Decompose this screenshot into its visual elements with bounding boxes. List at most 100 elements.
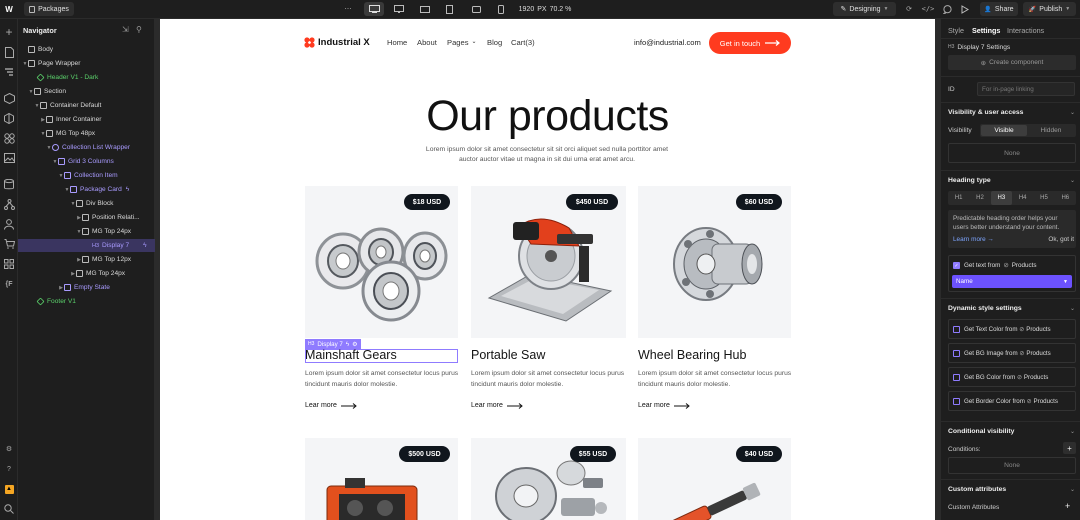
- heading-level-h2[interactable]: H2: [969, 191, 990, 205]
- tree-item-collection-list-wrapper[interactable]: ▼ Collection List Wrapper: [18, 141, 155, 154]
- add-condition-button[interactable]: +: [1063, 442, 1076, 454]
- tree-item-position-relative[interactable]: ▶ Position Relati...: [18, 211, 155, 224]
- breakpoint-laptop-icon[interactable]: [392, 2, 406, 16]
- tree-item-grid-3-columns[interactable]: ▼ Grid 3 Columns: [18, 155, 155, 168]
- help-icon[interactable]: ?: [3, 463, 15, 475]
- ecommerce-icon[interactable]: [3, 238, 15, 250]
- get-in-touch-button[interactable]: Get in touch: [709, 32, 791, 54]
- tree-item-footer[interactable]: Footer V1: [18, 295, 155, 308]
- components-icon[interactable]: [3, 92, 15, 104]
- heading-type-title[interactable]: Heading type: [948, 177, 991, 184]
- logic-icon[interactable]: [3, 198, 15, 210]
- breakpoint-mobile-icon[interactable]: [495, 2, 507, 16]
- tree-item-inner-container[interactable]: ▶ Inner Container: [18, 113, 155, 126]
- dynamic-style-checkbox[interactable]: [953, 350, 960, 357]
- dynamic-style-checkbox[interactable]: [953, 326, 960, 333]
- tree-item-mg-top-48[interactable]: ▼ MG Top 48px: [18, 127, 155, 140]
- preview-icon[interactable]: [959, 2, 971, 16]
- heading-level-h4[interactable]: H4: [1012, 191, 1033, 205]
- collapse-icon[interactable]: ⇲: [122, 25, 129, 34]
- breakpoint-desktop-icon[interactable]: [364, 2, 384, 16]
- styles-icon[interactable]: [3, 112, 15, 124]
- tree-item-div-block[interactable]: ▼ Div Block: [18, 197, 155, 210]
- dynamic-style-item[interactable]: Get BG Color from ⊘ Products: [948, 367, 1076, 387]
- tab-interactions[interactable]: Interactions: [1007, 26, 1044, 35]
- page-canvas[interactable]: Industrial X Home About Pages ⌄ Blog Cart…: [160, 19, 935, 520]
- pin-icon[interactable]: ⚲: [136, 25, 142, 34]
- webflow-logo-icon[interactable]: W: [3, 2, 15, 16]
- heading-level-h5[interactable]: H5: [1033, 191, 1054, 205]
- tree-item-header[interactable]: Header V1 - Dark: [18, 71, 155, 84]
- tree-item-container-default[interactable]: ▼ Container Default: [18, 99, 155, 112]
- nav-blog[interactable]: Blog: [487, 38, 502, 47]
- chevron-down-icon[interactable]: ⌄: [1070, 486, 1075, 493]
- warning-icon[interactable]: ▲: [3, 483, 15, 495]
- pages-icon[interactable]: [3, 46, 15, 58]
- tree-item-mg-top-24-b[interactable]: ▶ MG Top 24px: [18, 267, 155, 280]
- dynamic-style-item[interactable]: Get Text Color from ⊘ Products: [948, 319, 1076, 339]
- tab-settings[interactable]: Settings: [972, 26, 1000, 35]
- heading-level-h6[interactable]: H6: [1055, 191, 1076, 205]
- id-input[interactable]: For in-page linking: [977, 82, 1075, 96]
- product-title[interactable]: Wheel Bearing Hub: [638, 348, 746, 362]
- add-attribute-button[interactable]: +: [1065, 501, 1070, 511]
- sync-icon[interactable]: ⟳: [903, 2, 915, 16]
- heading-level-h1[interactable]: H1: [948, 191, 969, 205]
- dynamic-style-checkbox[interactable]: [953, 374, 960, 381]
- learn-more-link[interactable]: Lear more: [471, 402, 523, 409]
- learn-more-link[interactable]: Lear more: [638, 402, 690, 409]
- tree-item-empty-state[interactable]: ▶ Empty State: [18, 281, 155, 294]
- chevron-down-icon[interactable]: ⌄: [1070, 109, 1075, 116]
- tree-item-display-7[interactable]: H3 Display 7ϟ: [18, 239, 155, 252]
- comment-icon[interactable]: [941, 2, 953, 16]
- nav-home[interactable]: Home: [387, 38, 407, 47]
- tree-item-page-wrapper[interactable]: ▼ Page Wrapper: [18, 57, 155, 70]
- brand-name[interactable]: Industrial X: [318, 37, 370, 48]
- nav-pages[interactable]: Pages ⌄: [447, 38, 477, 47]
- mode-selector[interactable]: ✎ Designing ▼: [833, 2, 896, 16]
- more-icon[interactable]: ⋯: [342, 2, 354, 16]
- hidden-option[interactable]: Hidden: [1028, 125, 1074, 136]
- visibility-title[interactable]: Visibility & user access: [948, 109, 1023, 116]
- learn-more-link[interactable]: Lear more: [305, 402, 357, 409]
- brand-logo-icon[interactable]: [304, 37, 315, 48]
- tree-item-mg-top-12[interactable]: ▶ MG Top 12px: [18, 253, 155, 266]
- breakpoint-mobile-landscape-icon[interactable]: [470, 2, 482, 16]
- add-icon[interactable]: +: [3, 25, 15, 39]
- publish-button[interactable]: 🚀 Publish ▼: [1023, 2, 1076, 16]
- ok-got-it-button[interactable]: Ok, got it: [1048, 236, 1074, 243]
- nav-about[interactable]: About: [417, 38, 437, 47]
- nav-cart[interactable]: Cart(3): [511, 38, 535, 47]
- custom-attributes-title[interactable]: Custom attributes: [948, 486, 1006, 493]
- product-title[interactable]: Mainshaft Gears: [305, 348, 397, 362]
- dynamic-style-item[interactable]: Get Border Color from ⊘ Products: [948, 391, 1076, 411]
- chevron-down-icon[interactable]: ⌄: [1070, 305, 1075, 312]
- dynamic-style-item[interactable]: Get BG Image from ⊘ Products: [948, 343, 1076, 363]
- variables-icon[interactable]: [3, 132, 15, 144]
- users-icon[interactable]: [3, 218, 15, 230]
- settings-gear-icon[interactable]: ⚙: [3, 443, 15, 455]
- field-select[interactable]: Name ▼: [952, 275, 1072, 288]
- dynamic-style-title[interactable]: Dynamic style settings: [948, 305, 1022, 312]
- canvas-size-readout[interactable]: 1920 PX 70.2 %: [515, 2, 575, 16]
- product-title[interactable]: Portable Saw: [471, 348, 545, 362]
- tab-style[interactable]: Style: [948, 26, 964, 35]
- apps-icon[interactable]: [3, 258, 15, 270]
- tree-item-collection-item[interactable]: ▼ Collection Item: [18, 169, 155, 182]
- search-icon[interactable]: [3, 503, 15, 515]
- assets-icon[interactable]: [3, 152, 15, 164]
- create-component-button[interactable]: ⊕ Create component: [948, 55, 1076, 70]
- heading-level-h3[interactable]: H3: [990, 191, 1012, 205]
- page-selector[interactable]: Packages: [24, 2, 74, 16]
- code-icon[interactable]: </>: [921, 2, 935, 16]
- share-button[interactable]: 👤 Share: [980, 2, 1018, 16]
- cms-icon[interactable]: [3, 178, 15, 190]
- tree-item-package-card[interactable]: ▼ Package Card ϟ: [18, 183, 155, 196]
- get-text-checkbox[interactable]: ✓: [953, 262, 960, 269]
- chevron-down-icon[interactable]: ⌄: [1070, 428, 1075, 435]
- visible-option[interactable]: Visible: [981, 125, 1027, 136]
- tree-item-mg-top-24[interactable]: ▼ MG Top 24px: [18, 225, 155, 238]
- conditional-visibility-title[interactable]: Conditional visibility: [948, 428, 1014, 435]
- tree-item-section[interactable]: ▼ Section: [18, 85, 155, 98]
- navigator-icon[interactable]: [3, 66, 15, 78]
